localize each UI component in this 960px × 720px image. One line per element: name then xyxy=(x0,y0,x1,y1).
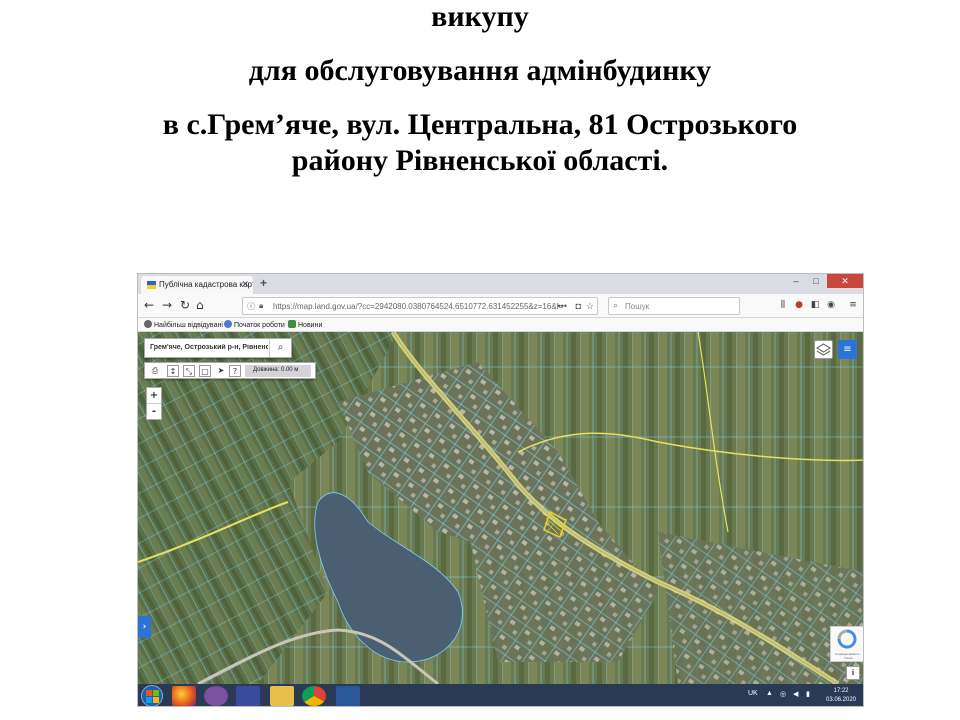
measure-readout: Довжина: 0.00 м xyxy=(245,365,311,377)
search-placeholder: Пошук xyxy=(625,302,650,311)
forward-arrow-icon[interactable]: → xyxy=(162,298,172,312)
volume-icon[interactable]: ◀ xyxy=(793,690,798,698)
search-icon[interactable]: ⌕ xyxy=(269,339,291,357)
map-search-input[interactable]: Грем'яче, Острозький р-н, Рівненська обл xyxy=(150,344,268,351)
zoom-out-button[interactable]: - xyxy=(147,403,161,418)
chrome-tray-icon[interactable]: ◎ xyxy=(780,690,786,698)
help-icon[interactable]: ? xyxy=(229,365,241,377)
rss-icon xyxy=(288,320,296,328)
heading-line-4: району Рівненської області. xyxy=(291,144,669,177)
browser-tab[interactable]: Публічна кадастрова карта Ук ✕ xyxy=(141,276,253,294)
chrome-taskbar-icon[interactable] xyxy=(302,686,326,706)
save-disk-taskbar-icon[interactable] xyxy=(236,686,260,706)
new-tab-button[interactable]: + xyxy=(260,276,267,290)
ukraine-flag-icon xyxy=(147,281,156,289)
gear-icon xyxy=(144,320,152,328)
bookmark-news[interactable]: Новини xyxy=(288,320,322,329)
taskbar-clock[interactable]: 17:22 03.06.2020 xyxy=(822,687,860,705)
reload-icon[interactable]: ↻ xyxy=(180,298,190,312)
maximize-button[interactable]: □ xyxy=(807,274,825,288)
url-text: https://map.land.gov.ua/?cc=2942080.0380… xyxy=(273,302,564,311)
bookmarks-bar: Найбільш відвідувані Початок роботи Нови… xyxy=(138,318,863,332)
zoom-in-button[interactable]: + xyxy=(147,388,161,403)
heading-line-3: в с.Грем’яче, вул. Центральна, 81 Остроз… xyxy=(162,108,798,141)
close-window-button[interactable]: ✕ xyxy=(827,274,863,288)
bookmark-getting-started[interactable]: Початок роботи xyxy=(224,320,285,329)
sidebar-icon[interactable]: ◧ xyxy=(810,300,820,310)
search-icon: ⌕ xyxy=(613,300,619,310)
select-area-icon[interactable]: ▢ xyxy=(199,365,211,377)
layers-icon[interactable] xyxy=(814,340,833,359)
word-taskbar-icon[interactable] xyxy=(336,686,360,706)
minimize-button[interactable]: – xyxy=(787,274,805,288)
search-bar[interactable]: ⌕ Пошук xyxy=(608,297,740,315)
viber-taskbar-icon[interactable] xyxy=(204,686,228,706)
firefox-icon xyxy=(224,320,232,328)
navigation-bar: ← → ↻ ⌂ ⓘ 🔒︎ https://map.land.gov.ua/?cc… xyxy=(138,294,863,318)
recaptcha-text: Конфіденційність - Умови xyxy=(835,652,862,660)
bookmark-label: Найбільш відвідувані xyxy=(154,322,223,329)
browser-screenshot: Публічна кадастрова карта Ук ✕ + – □ ✕ ←… xyxy=(137,273,864,707)
back-arrow-icon[interactable]: ← xyxy=(144,298,154,312)
tab-strip: Публічна кадастрова карта Ук ✕ + – □ ✕ xyxy=(138,274,863,294)
heading-line-2: для обслуговування адмінбудинку xyxy=(248,54,712,87)
tray-up-arrow-icon[interactable]: ▲ xyxy=(766,690,773,697)
recaptcha-badge: Конфіденційність - Умови xyxy=(830,626,863,662)
bookmark-label: Новини xyxy=(298,322,323,329)
address-bar[interactable]: ⓘ 🔒︎ https://map.land.gov.ua/?cc=2942080… xyxy=(242,297,598,315)
tab-close-icon[interactable]: ✕ xyxy=(241,279,249,290)
map-search-box[interactable]: Грем'яче, Острозький р-н, Рівненська обл… xyxy=(144,338,292,358)
clock-date: 03.06.2020 xyxy=(825,697,857,703)
library-icon[interactable]: ⫼ xyxy=(778,300,788,310)
menu-icon[interactable]: ≡ xyxy=(848,300,858,310)
bookmark-most-visited[interactable]: Найбільш відвідувані xyxy=(144,320,223,329)
hamburger-menu-icon[interactable]: ≡ xyxy=(838,340,857,359)
lock-icon: 🔒︎ xyxy=(259,301,264,310)
bookmark-label: Початок роботи xyxy=(234,322,285,329)
cursor-icon[interactable]: ➤ xyxy=(215,365,227,377)
firefox-taskbar-icon[interactable] xyxy=(172,686,196,706)
heading-line-1: викупу xyxy=(431,0,529,33)
folder-taskbar-icon[interactable] xyxy=(270,686,294,706)
home-icon[interactable]: ⌂ xyxy=(196,298,204,312)
pocket-icon[interactable]: ◘ xyxy=(576,301,581,311)
measure-area-icon[interactable]: ⤡ xyxy=(183,365,195,377)
windows-taskbar: UK ▲ ◎ ◀ ▮ 17:22 03.06.2020 xyxy=(138,684,863,706)
print-icon[interactable]: ⎙ xyxy=(149,365,161,377)
extension-icon[interactable]: ◉ xyxy=(826,300,836,310)
start-button[interactable] xyxy=(141,685,163,706)
info-circle-icon[interactable]: ⓘ xyxy=(247,301,255,312)
adblock-icon[interactable]: ● xyxy=(794,300,804,310)
map-toolbar: ⎙ ↕ ⤡ ▢ ➤ ? Довжина: 0.00 м xyxy=(144,362,316,379)
expand-panel-arrow-icon[interactable]: › xyxy=(138,616,151,638)
clock-time: 17:22 xyxy=(833,688,849,694)
recaptcha-icon xyxy=(837,629,857,649)
page-actions-icon[interactable]: ••• xyxy=(558,301,567,311)
satellite-map-image xyxy=(138,332,863,684)
language-indicator[interactable]: UK xyxy=(748,690,758,697)
zoom-control: + - xyxy=(146,387,162,420)
tab-title: Публічна кадастрова карта Ук xyxy=(159,280,253,289)
cadastral-map[interactable]: Грем'яче, Острозький р-н, Рівненська обл… xyxy=(138,332,863,684)
network-icon[interactable]: ▮ xyxy=(806,690,810,698)
measure-length-icon[interactable]: ↕ xyxy=(167,365,179,377)
bookmark-star-icon[interactable]: ☆ xyxy=(586,301,594,312)
info-icon[interactable]: i xyxy=(846,666,860,680)
